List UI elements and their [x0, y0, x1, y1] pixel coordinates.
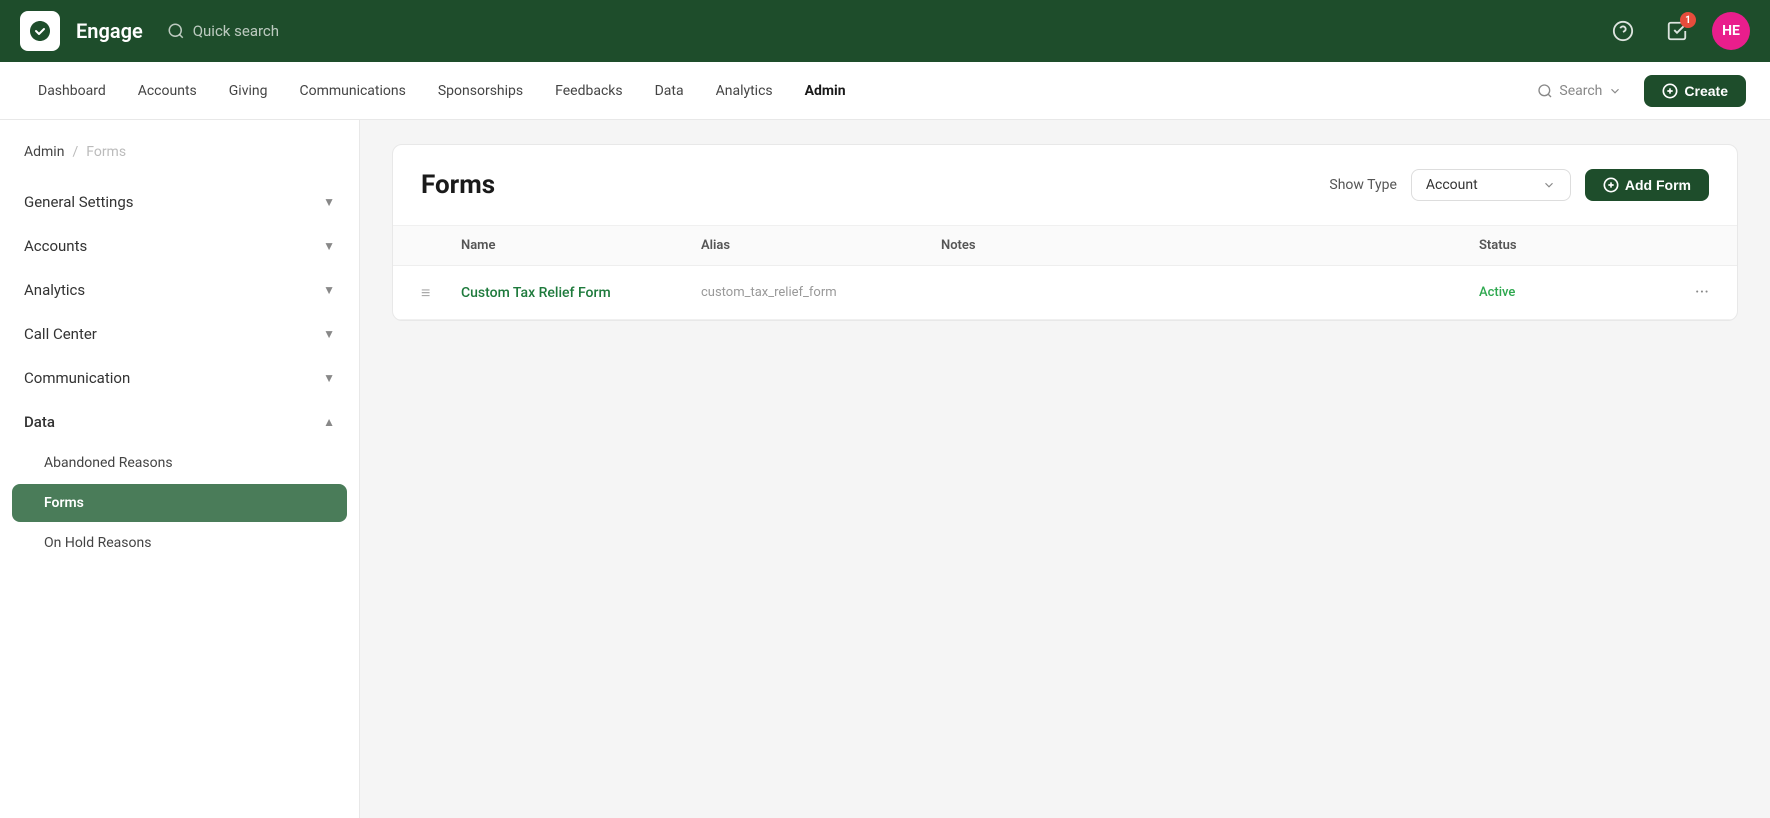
sidebar-item-label: General Settings	[24, 193, 134, 211]
sidebar-sub-label: Abandoned Reasons	[44, 455, 173, 471]
sidebar-sub-forms[interactable]: Forms	[12, 484, 347, 522]
chevron-down-icon: ▼	[323, 327, 335, 341]
nav-accounts[interactable]: Accounts	[124, 77, 211, 105]
sidebar-sub-abandoned-reasons[interactable]: Abandoned Reasons	[0, 444, 359, 482]
chevron-down-icon: ▼	[323, 283, 335, 297]
create-label: Create	[1684, 83, 1728, 99]
sidebar-item-label: Analytics	[24, 281, 85, 299]
breadcrumb-admin[interactable]: Admin	[24, 144, 64, 160]
sidebar-item-data[interactable]: Data ▲	[0, 400, 359, 444]
nav-feedbacks[interactable]: Feedbacks	[541, 77, 636, 105]
col-notes: Notes	[941, 238, 1479, 253]
sidebar-item-label: Accounts	[24, 237, 87, 255]
sidebar-sub-on-hold-reasons[interactable]: On Hold Reasons	[0, 524, 359, 562]
breadcrumb-separator: /	[72, 144, 78, 160]
secondnav-right: Search Create	[1527, 75, 1746, 107]
secondary-nav: Dashboard Accounts Giving Communications…	[0, 62, 1770, 120]
search-label: Search	[1559, 83, 1602, 99]
col-status: Status	[1479, 238, 1659, 253]
forms-table: Name Alias Notes Status ≡ Custom Tax Rel…	[393, 226, 1737, 320]
table-header: Name Alias Notes Status	[393, 226, 1737, 266]
topbar-right: 1 HE	[1604, 12, 1750, 50]
chevron-down-icon: ▼	[323, 195, 335, 209]
col-drag	[421, 238, 461, 253]
help-button[interactable]	[1604, 12, 1642, 50]
search-icon	[167, 22, 185, 40]
sidebar-item-general-settings[interactable]: General Settings ▼	[0, 180, 359, 224]
sidebar-breadcrumb: Admin / Forms	[0, 144, 359, 180]
sidebar-item-label: Call Center	[24, 325, 97, 343]
add-form-button[interactable]: Add Form	[1585, 169, 1709, 201]
main-layout: Admin / Forms General Settings ▼ Account…	[0, 120, 1770, 818]
col-actions	[1659, 238, 1709, 253]
search-icon	[1537, 83, 1553, 99]
row-name[interactable]: Custom Tax Relief Form	[461, 285, 701, 301]
row-actions-button[interactable]: ···	[1659, 282, 1709, 303]
nav-data[interactable]: Data	[641, 77, 698, 105]
content-area: Forms Show Type Account Add Form	[360, 120, 1770, 818]
sidebar-item-analytics[interactable]: Analytics ▼	[0, 268, 359, 312]
add-form-label: Add Form	[1625, 177, 1691, 193]
nav-dashboard[interactable]: Dashboard	[24, 77, 120, 105]
sidebar: Admin / Forms General Settings ▼ Account…	[0, 120, 360, 818]
sidebar-sub-label: Forms	[44, 495, 84, 511]
forms-header-right: Show Type Account Add Form	[1329, 169, 1709, 201]
plus-circle-icon	[1603, 177, 1619, 193]
nav-admin[interactable]: Admin	[791, 77, 860, 105]
nav-giving[interactable]: Giving	[215, 77, 282, 105]
nav-communications[interactable]: Communications	[285, 77, 419, 105]
chevron-up-icon: ▲	[323, 415, 335, 429]
quick-search-label: Quick search	[193, 22, 279, 40]
sidebar-item-label: Communication	[24, 369, 130, 387]
sidebar-item-communication[interactable]: Communication ▼	[0, 356, 359, 400]
create-button[interactable]: Create	[1644, 75, 1746, 107]
forms-title: Forms	[421, 170, 495, 200]
row-alias: custom_tax_relief_form	[701, 285, 941, 300]
topbar: Engage Quick search 1 HE	[0, 0, 1770, 62]
show-type-value: Account	[1426, 177, 1478, 193]
forms-panel: Forms Show Type Account Add Form	[392, 144, 1738, 321]
chevron-down-icon	[1542, 178, 1556, 192]
search-button[interactable]: Search	[1527, 77, 1632, 105]
help-icon	[1612, 20, 1634, 42]
tasks-button[interactable]: 1	[1658, 12, 1696, 50]
nav-analytics[interactable]: Analytics	[702, 77, 787, 105]
sidebar-sub-label: On Hold Reasons	[44, 535, 151, 551]
user-avatar[interactable]: HE	[1712, 12, 1750, 50]
chevron-down-icon	[1608, 84, 1622, 98]
app-logo[interactable]	[20, 11, 60, 51]
quick-search-btn[interactable]: Quick search	[167, 22, 279, 40]
chevron-down-icon: ▼	[323, 239, 335, 253]
drag-handle-icon[interactable]: ≡	[421, 283, 461, 303]
plus-circle-icon	[1662, 83, 1678, 99]
breadcrumb-current: Forms	[86, 144, 126, 160]
app-brand: Engage	[76, 19, 143, 43]
table-row: ≡ Custom Tax Relief Form custom_tax_reli…	[393, 266, 1737, 320]
nav-sponsorships[interactable]: Sponsorships	[424, 77, 537, 105]
col-name: Name	[461, 238, 701, 253]
tasks-badge: 1	[1680, 12, 1696, 28]
sidebar-item-label: Data	[24, 413, 55, 431]
col-alias: Alias	[701, 238, 941, 253]
row-status: Active	[1479, 285, 1659, 300]
sidebar-item-accounts[interactable]: Accounts ▼	[0, 224, 359, 268]
forms-header: Forms Show Type Account Add Form	[393, 145, 1737, 226]
show-type-select[interactable]: Account	[1411, 169, 1571, 201]
sidebar-item-call-center[interactable]: Call Center ▼	[0, 312, 359, 356]
chevron-down-icon: ▼	[323, 371, 335, 385]
show-type-label: Show Type	[1329, 177, 1397, 193]
